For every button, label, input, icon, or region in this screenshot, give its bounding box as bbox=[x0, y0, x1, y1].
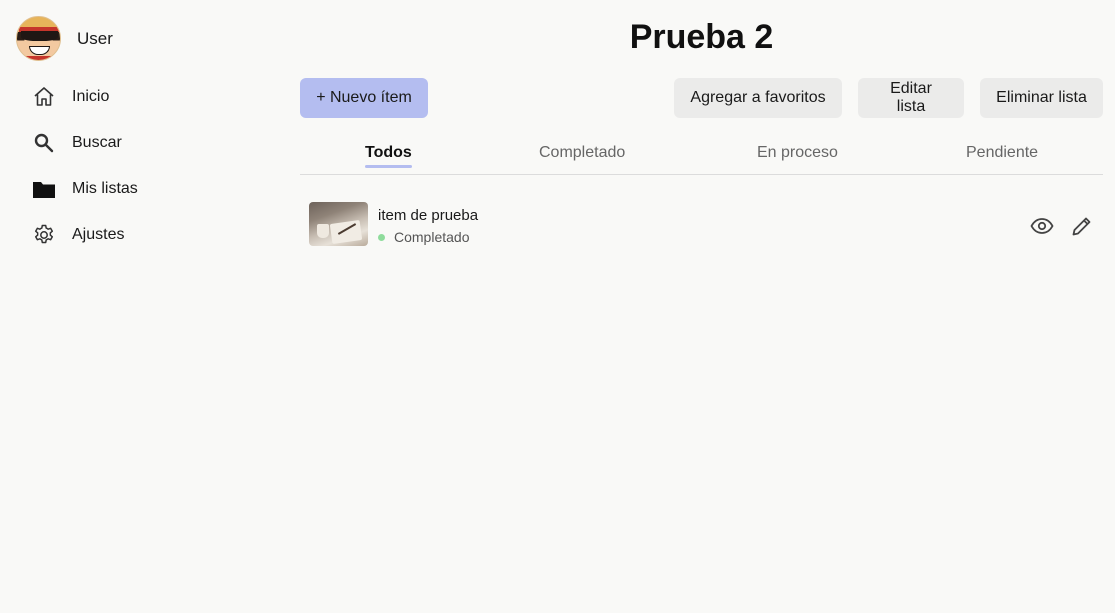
sidebar-item-buscar[interactable]: Buscar bbox=[32, 129, 122, 157]
add-favorites-button[interactable]: Agregar a favoritos bbox=[674, 78, 842, 118]
sidebar-item-mis-listas[interactable]: Mis listas bbox=[32, 175, 138, 203]
delete-list-button[interactable]: Eliminar lista bbox=[980, 78, 1103, 118]
page-title: Prueba 2 bbox=[629, 18, 774, 56]
sidebar-item-label: Inicio bbox=[72, 88, 110, 105]
sidebar: User Inicio Buscar Mis listas Ajustes bbox=[0, 0, 280, 613]
new-item-button[interactable]: + Nuevo ítem bbox=[300, 78, 428, 118]
gear-icon bbox=[32, 223, 56, 247]
tab-completado[interactable]: Completado bbox=[539, 144, 625, 162]
home-icon bbox=[32, 85, 56, 109]
user-profile[interactable]: User bbox=[16, 16, 113, 61]
sidebar-item-inicio[interactable]: Inicio bbox=[32, 83, 109, 111]
folder-icon bbox=[32, 177, 56, 201]
sidebar-item-ajustes[interactable]: Ajustes bbox=[32, 221, 124, 249]
search-icon bbox=[32, 131, 56, 155]
eye-icon[interactable] bbox=[1030, 214, 1054, 238]
item-thumbnail bbox=[309, 202, 368, 246]
status-dot bbox=[378, 233, 385, 241]
edit-list-button[interactable]: Editar lista bbox=[858, 78, 964, 118]
sidebar-item-label: Buscar bbox=[72, 134, 122, 151]
tab-en-proceso[interactable]: En proceso bbox=[757, 144, 838, 162]
sidebar-item-label: Ajustes bbox=[72, 226, 125, 243]
status-badge: Completado bbox=[378, 229, 470, 245]
status-tabs: Todos Completado En proceso Pendiente bbox=[300, 134, 1103, 175]
tab-todos[interactable]: Todos bbox=[365, 144, 412, 168]
user-name: User bbox=[77, 28, 113, 48]
sidebar-item-label: Mis listas bbox=[72, 180, 138, 197]
avatar[interactable] bbox=[16, 16, 61, 61]
pencil-icon[interactable] bbox=[1070, 214, 1094, 238]
item-name: item de prueba bbox=[378, 207, 479, 224]
tab-pendiente[interactable]: Pendiente bbox=[966, 144, 1038, 162]
item-status-label: Completado bbox=[394, 229, 470, 245]
list-item[interactable]: item de prueba Completado bbox=[309, 202, 1103, 246]
